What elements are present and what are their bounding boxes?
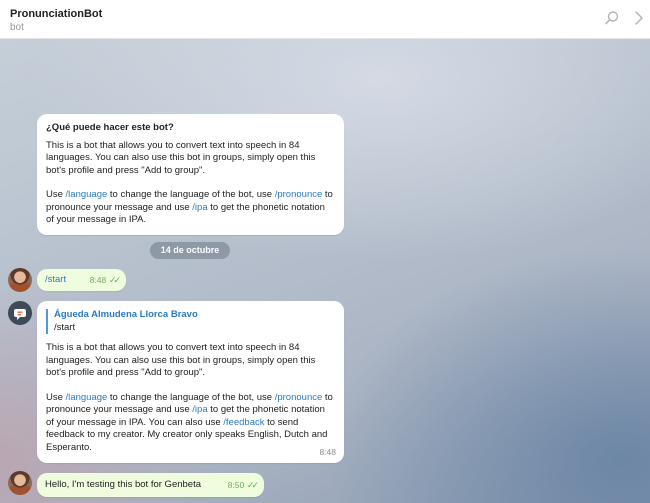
text-fragment: Use bbox=[46, 391, 66, 403]
text-fragment: Use bbox=[46, 189, 66, 200]
command-language[interactable]: /language bbox=[66, 392, 108, 403]
command-ipa[interactable]: /ipa bbox=[192, 404, 207, 415]
command-pronounce[interactable]: /pronounce bbox=[275, 392, 323, 403]
reply-author: Águeda Almudena Llorca Bravo bbox=[54, 309, 198, 320]
text-fragment: to change the language of the bot, use bbox=[107, 391, 275, 403]
reply-quote[interactable]: Águeda Almudena Llorca Bravo /start bbox=[46, 309, 335, 334]
date-separator: 14 de octubre bbox=[150, 242, 230, 259]
message-time: 8:48 bbox=[319, 446, 336, 457]
bot-usage: Use /language to change the language of … bbox=[46, 392, 335, 455]
text-fragment: to change the language of the bot, use bbox=[107, 189, 275, 200]
reply-text: /start bbox=[54, 321, 76, 333]
chat-area[interactable]: ¿Qué puede hacer este bot? This is a bot… bbox=[0, 39, 650, 503]
intro-heading: ¿Qué puede hacer este bot? bbox=[46, 122, 174, 133]
bot-paragraph: This is a bot that allows you to convert… bbox=[46, 342, 316, 378]
avatar[interactable] bbox=[8, 268, 32, 292]
command-ipa[interactable]: /ipa bbox=[192, 202, 207, 213]
command-language[interactable]: /language bbox=[66, 189, 108, 200]
double-check-icon: ✓✓ bbox=[246, 480, 259, 490]
intro-paragraph: This is a bot that allows you to convert… bbox=[46, 139, 316, 176]
command-feedback[interactable]: /feedback bbox=[223, 417, 264, 428]
double-check-icon: ✓✓ bbox=[108, 275, 121, 285]
bot-avatar[interactable] bbox=[8, 301, 32, 325]
command-pronounce[interactable]: /pronounce bbox=[275, 189, 323, 200]
message-start[interactable]: /start 8:48 ✓✓ bbox=[37, 269, 126, 291]
message-time: 8:50 bbox=[227, 480, 245, 490]
message-time: 8:48 bbox=[89, 275, 107, 285]
chat-subtitle: bot bbox=[10, 22, 24, 33]
bot-description-bubble: ¿Qué puede hacer este bot? This is a bot… bbox=[37, 114, 344, 235]
chevron-right-icon[interactable] bbox=[633, 10, 649, 26]
chat-header: PronunciationBot bot bbox=[0, 0, 650, 39]
avatar[interactable] bbox=[8, 471, 32, 495]
message-text[interactable]: Hello, I'm testing this bot for Genbeta bbox=[45, 479, 201, 490]
message-text[interactable]: /start bbox=[45, 274, 66, 285]
search-icon[interactable] bbox=[604, 10, 620, 26]
intro-usage: Use /language to change the language of … bbox=[46, 189, 335, 227]
chat-title[interactable]: PronunciationBot bbox=[10, 8, 102, 20]
message-hello[interactable]: Hello, I'm testing this bot for Genbeta … bbox=[37, 473, 264, 497]
bot-reply-bubble: Águeda Almudena Llorca Bravo /start This… bbox=[37, 301, 344, 463]
